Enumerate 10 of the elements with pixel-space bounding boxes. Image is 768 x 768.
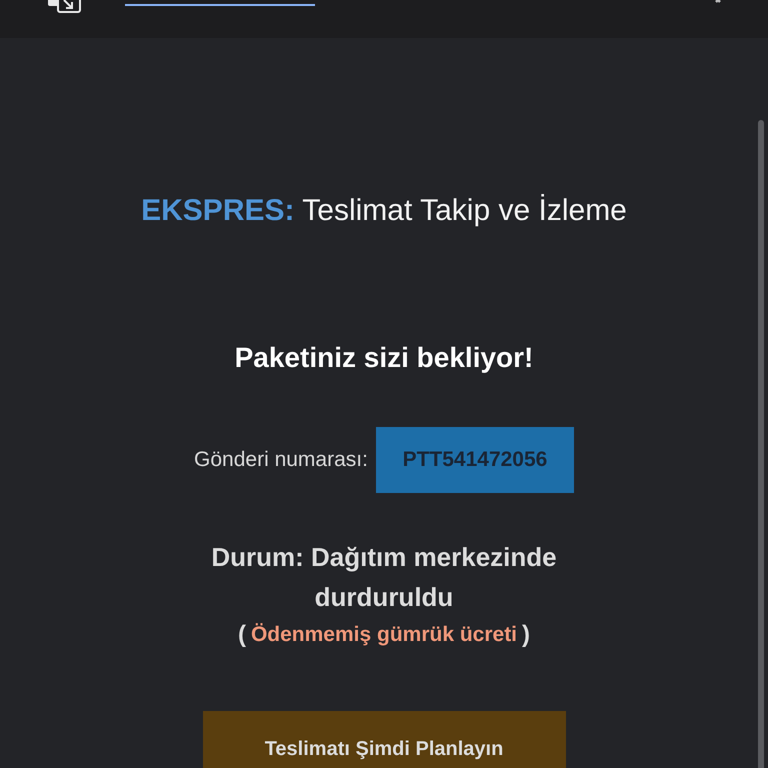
status-reason: Ödenmemiş gümrük ücreti <box>250 622 518 648</box>
page-title: Teslimat Takip ve İzleme <box>302 194 627 227</box>
tracking-number: PTT541472056 <box>376 427 574 493</box>
status-text: Durum: Dağıtım merkezinde durduruldu <box>210 541 558 614</box>
tracking-label: Gönderi numarası: <box>194 447 368 474</box>
close-paren: ) <box>521 620 532 650</box>
brand-name: EKSPRES: <box>141 194 294 227</box>
heading: Paketiniz sizi bekliyor! <box>234 341 534 375</box>
schedule-button[interactable]: Teslimatı Şimdi Planlayın <box>202 711 566 768</box>
open-paren: ( <box>236 620 247 650</box>
